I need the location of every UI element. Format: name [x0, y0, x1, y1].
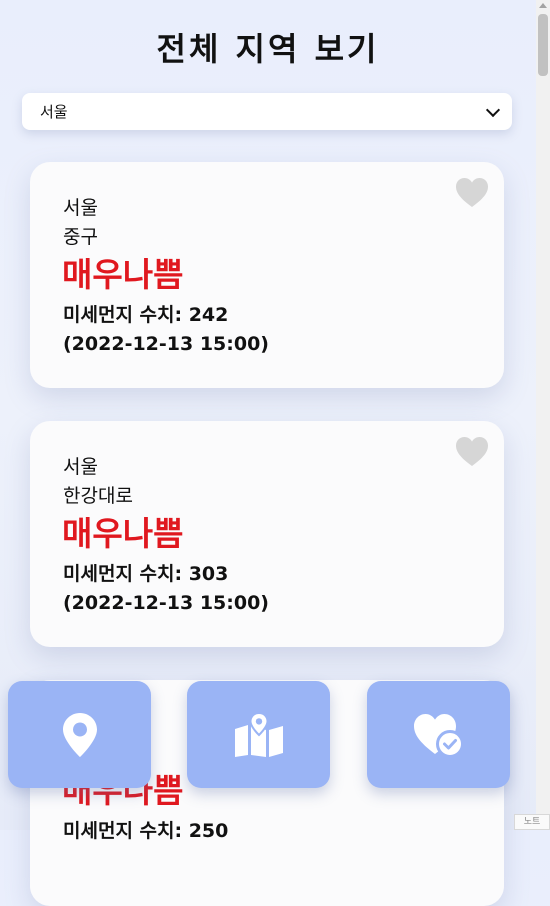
map-icon — [234, 712, 283, 757]
nav-favorites-button[interactable] — [367, 681, 510, 788]
card-metric: 미세먼지 수치: 250 — [63, 820, 229, 842]
scrollbar-thumb[interactable] — [538, 14, 548, 76]
chevron-down-icon — [485, 102, 501, 117]
location-pin-icon — [62, 712, 97, 757]
region-select-value: 서울 — [40, 103, 68, 121]
card-district: 중구 — [63, 226, 98, 248]
card-status: 매우나쁨 — [62, 255, 184, 294]
card-metric: 미세먼지 수치: 303 — [63, 563, 229, 585]
card-status: 매우나쁨 — [62, 514, 184, 553]
region-select[interactable]: 서울 — [22, 93, 512, 130]
page: 전체 지역 보기 서울 서울 중구 매우나쁨 미세먼지 수치: 242 (202… — [0, 0, 536, 906]
heart-icon[interactable] — [456, 178, 488, 208]
page-title: 전체 지역 보기 — [156, 30, 380, 68]
card-city: 서울 — [63, 456, 98, 478]
favorites-heart-check-icon — [413, 713, 464, 756]
nav-map-button[interactable] — [187, 681, 330, 788]
corner-badge: 노트 — [514, 814, 550, 830]
scroll-up-arrow-icon[interactable] — [539, 3, 547, 8]
card-time: (2022-12-13 15:00) — [63, 333, 269, 355]
card-time: (2022-12-13 15:00) — [63, 592, 269, 614]
heart-icon[interactable] — [456, 437, 488, 467]
nav-location-button[interactable] — [8, 681, 151, 788]
card-metric: 미세먼지 수치: 242 — [63, 304, 229, 326]
air-quality-card: 서울 중구 매우나쁨 미세먼지 수치: 242 (2022-12-13 15:0… — [30, 162, 504, 388]
card-district: 한강대로 — [63, 485, 133, 507]
air-quality-card: 서울 한강대로 매우나쁨 미세먼지 수치: 303 (2022-12-13 15… — [30, 421, 504, 647]
vertical-scrollbar[interactable] — [536, 0, 550, 830]
card-city: 서울 — [63, 197, 98, 219]
